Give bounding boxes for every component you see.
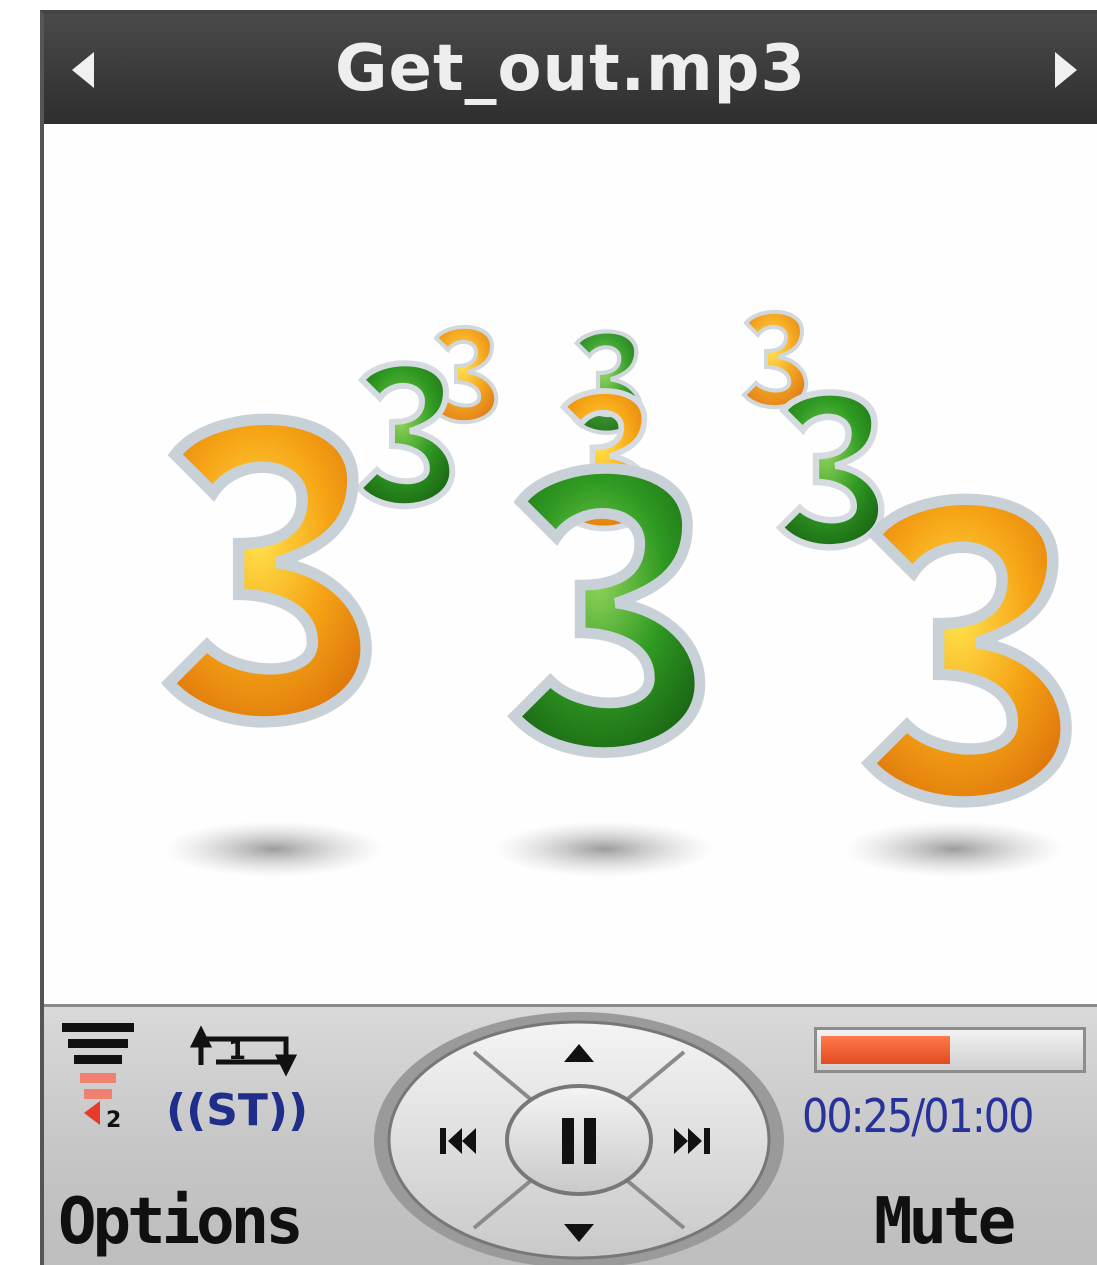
pause-button[interactable] (505, 1084, 653, 1196)
status-icons: 2 1 ((ST)) (62, 1023, 308, 1136)
volume-level-icon (62, 1023, 134, 1125)
volume-number: 2 (106, 1108, 121, 1133)
control-panel: 2 1 ((ST)) 00:25/01:00 Options Mute (44, 1004, 1097, 1265)
elapsed-time: 00:25/01:00 (802, 1089, 1034, 1143)
title-bar: Get_out.mp3 (44, 14, 1097, 124)
right-arrow-icon[interactable] (1045, 48, 1085, 92)
stereo-indicator: ((ST)) (166, 1085, 308, 1136)
progress-bar[interactable] (814, 1027, 1086, 1073)
album-art (44, 124, 1097, 1004)
progress-fill (821, 1036, 950, 1064)
mute-softkey[interactable]: Mute (874, 1177, 1016, 1265)
repeat-label: 1 (228, 1036, 246, 1066)
track-title: Get_out.mp3 (335, 32, 806, 106)
album-art-threes-icon (44, 124, 1097, 877)
options-softkey[interactable]: Options (58, 1177, 304, 1265)
media-player-screen: Get_out.mp3 2 1 ((ST)) 00:25/01:00 Optio… (40, 10, 1097, 1265)
navigation-pad (374, 1012, 784, 1265)
